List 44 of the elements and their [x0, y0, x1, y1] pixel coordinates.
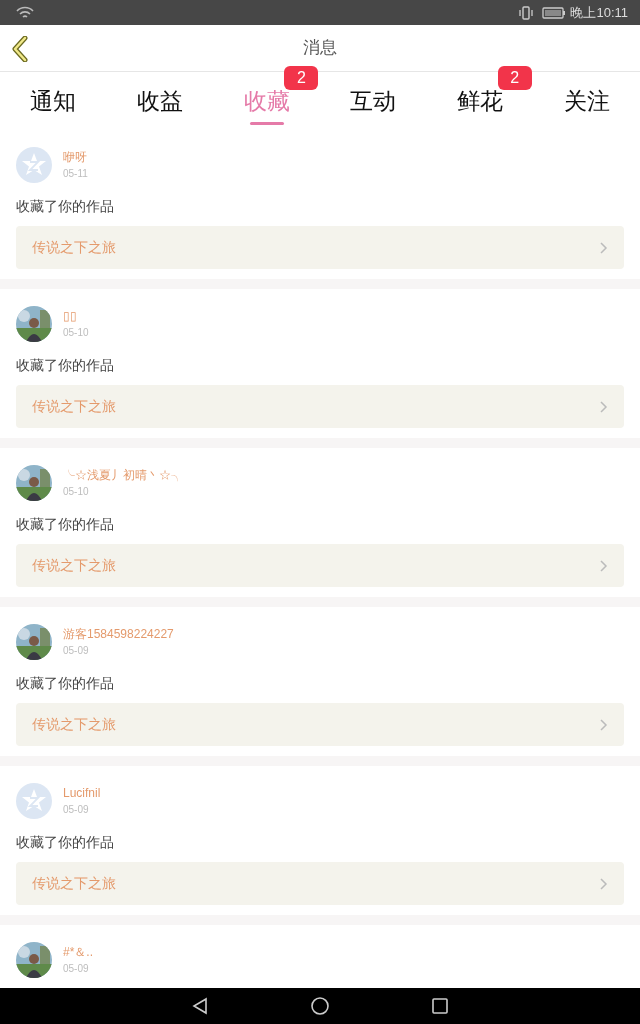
- home-nav-icon[interactable]: [310, 996, 330, 1016]
- message-date: 05-09: [63, 644, 90, 658]
- user-name[interactable]: Lucifnil: [63, 785, 101, 802]
- message-text: 收藏了你的作品: [16, 674, 114, 693]
- user-name[interactable]: #*＆..: [63, 944, 93, 961]
- work-link[interactable]: 传说之下之旅: [16, 544, 624, 587]
- back-nav-icon[interactable]: [190, 997, 209, 1015]
- page-title: 消息: [303, 37, 337, 60]
- battery-icon: [542, 6, 567, 19]
- tab[interactable]: 收益: [106, 72, 214, 130]
- message-text: 收藏了你的作品: [16, 356, 114, 375]
- count-badge: 2: [284, 66, 319, 90]
- tab-indicator: [249, 122, 284, 125]
- chevron-right-icon: [600, 877, 608, 890]
- default-avatar-icon: [16, 783, 52, 819]
- message-text: 收藏了你的作品: [16, 833, 114, 852]
- message-date: 05-09: [63, 803, 90, 817]
- wifi-icon: [16, 6, 34, 19]
- message-date: 05-09: [63, 962, 90, 976]
- work-link[interactable]: 传说之下之旅: [16, 385, 624, 428]
- work-link[interactable]: 传说之下之旅: [16, 703, 624, 746]
- chevron-right-icon: [600, 400, 608, 413]
- user-name[interactable]: ╰☆浅夏丿初晴丶☆╮: [63, 467, 183, 484]
- message-date: 05-11: [63, 167, 88, 181]
- count-badge: 2: [497, 66, 532, 90]
- message-text: 收藏了你的作品: [16, 515, 114, 534]
- tab[interactable]: 通知: [0, 72, 107, 130]
- message-date: 05-10: [63, 485, 90, 499]
- tab[interactable]: 关注: [533, 72, 640, 130]
- status-time: 晚上10:11: [570, 3, 628, 22]
- default-avatar-icon: [16, 147, 52, 183]
- user-name[interactable]: ▯▯: [63, 308, 89, 325]
- chevron-right-icon: [600, 718, 608, 731]
- message-date: 05-10: [63, 326, 89, 340]
- user-name[interactable]: 咿呀: [63, 149, 88, 166]
- message-text: 收藏了你的作品: [16, 197, 114, 216]
- vibrate-icon: [518, 5, 535, 20]
- work-link[interactable]: 传说之下之旅: [16, 226, 624, 269]
- work-link[interactable]: 传说之下之旅: [16, 862, 624, 905]
- tab[interactable]: 互动: [320, 72, 427, 130]
- recents-nav-icon[interactable]: [431, 997, 450, 1015]
- chevron-right-icon: [600, 559, 608, 572]
- user-name[interactable]: 游客1584598224227: [63, 626, 174, 643]
- chevron-right-icon: [600, 241, 608, 254]
